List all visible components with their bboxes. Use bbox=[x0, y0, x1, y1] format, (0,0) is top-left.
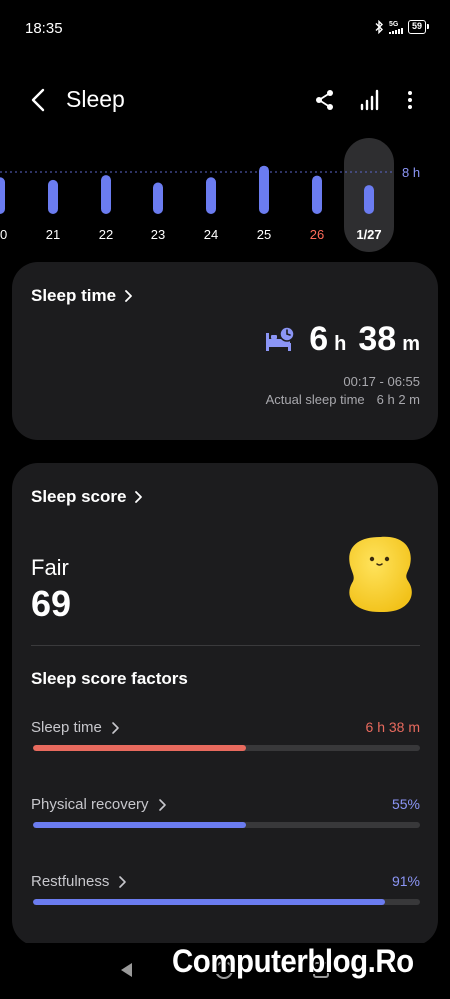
day-label[interactable]: 22 bbox=[99, 227, 113, 242]
chart-icon[interactable] bbox=[357, 86, 383, 114]
sleep-time-card[interactable]: Sleep time 6 h 38 m 00:17 - 06:55 Actual… bbox=[12, 262, 438, 440]
chevron-right-icon bbox=[135, 491, 143, 503]
divider bbox=[31, 645, 420, 646]
hours-unit: h bbox=[334, 333, 347, 355]
factor-progress-fill bbox=[33, 745, 246, 751]
factor-label: Sleep time bbox=[31, 719, 120, 736]
page-title: Sleep bbox=[66, 86, 125, 112]
more-options-icon[interactable] bbox=[397, 86, 423, 114]
factor-value: 55% bbox=[391, 796, 420, 812]
actual-sleep-row: Actual sleep time 6 h 2 m bbox=[266, 392, 420, 407]
sleep-bar[interactable] bbox=[206, 177, 216, 214]
chevron-right-icon bbox=[125, 290, 132, 302]
factor-sleep-time[interactable]: Sleep time 6 h 38 m bbox=[31, 719, 420, 759]
back-icon[interactable] bbox=[26, 86, 52, 114]
sleep-score-value: 69 bbox=[31, 583, 72, 624]
sleep-time-title[interactable]: Sleep time bbox=[31, 286, 133, 306]
factor-progress-track bbox=[33, 745, 420, 751]
sleep-score-card[interactable]: Sleep score Fair 69 Sleep score factors … bbox=[12, 463, 438, 946]
sleep-bar[interactable] bbox=[312, 175, 322, 214]
factor-restfulness[interactable]: Restfulness 91% bbox=[31, 873, 420, 913]
factor-progress-track bbox=[33, 822, 420, 828]
sleep-minutes: 38 bbox=[358, 320, 397, 358]
factor-label: Restfulness bbox=[31, 873, 127, 890]
sleep-score-rating: Fair bbox=[31, 555, 69, 580]
day-label[interactable]: 20 bbox=[0, 227, 7, 242]
bluetooth-icon bbox=[375, 20, 383, 34]
network-type: 5G bbox=[388, 20, 399, 28]
target-label: 8 h bbox=[402, 165, 420, 180]
day-label[interactable]: 21 bbox=[46, 227, 60, 242]
sleep-bar[interactable] bbox=[48, 179, 58, 214]
sleep-time-range: 00:17 - 06:55 bbox=[343, 374, 420, 389]
battery-icon: 59 bbox=[407, 20, 430, 34]
signal-icon: 5G bbox=[388, 20, 403, 34]
day-label[interactable]: 23 bbox=[151, 227, 165, 242]
sleep-bar[interactable] bbox=[364, 185, 374, 214]
nav-back-icon[interactable] bbox=[118, 961, 136, 979]
factor-progress-fill bbox=[33, 899, 386, 905]
weekly-sleep-chart[interactable]: 8 h 20 21 22 23 24 25 26 1/27 bbox=[0, 138, 450, 258]
chevron-right-icon bbox=[112, 721, 119, 734]
day-label[interactable]: 24 bbox=[204, 227, 218, 242]
factor-label-text: Sleep time bbox=[31, 719, 102, 736]
chevron-right-icon bbox=[119, 875, 127, 888]
sleep-duration: 6 h 38 m bbox=[263, 320, 420, 359]
factor-progress-fill bbox=[33, 822, 246, 828]
sleep-score-factors-title: Sleep score factors bbox=[31, 669, 188, 688]
bed-clock-icon bbox=[266, 325, 295, 351]
app-header: Sleep bbox=[0, 78, 450, 122]
status-bar: 18:35 5G 59 bbox=[0, 0, 450, 58]
factor-physical-recovery[interactable]: Physical recovery 55% bbox=[31, 796, 420, 836]
minutes-unit: m bbox=[402, 333, 420, 355]
sleep-bar[interactable] bbox=[153, 182, 163, 215]
sleep-bar[interactable] bbox=[101, 175, 111, 214]
sleep-score-title[interactable]: Sleep score bbox=[31, 487, 143, 507]
weekly-sleep-chart-svg: 8 h 20 21 22 23 24 25 26 1/27 bbox=[0, 138, 420, 252]
factor-label-text: Restfulness bbox=[31, 873, 110, 890]
factor-label: Physical recovery bbox=[31, 796, 167, 813]
watermark: Computerblog.Ro bbox=[172, 943, 414, 979]
sleep-score-title-label: Sleep score bbox=[31, 487, 127, 506]
sleep-mascot-icon bbox=[349, 536, 412, 613]
actual-sleep-value: 6 h 2 m bbox=[376, 392, 420, 407]
sleep-bar[interactable] bbox=[259, 165, 269, 214]
day-label[interactable]: 25 bbox=[257, 227, 271, 242]
factor-progress-track bbox=[33, 899, 420, 905]
factor-value: 6 h 38 m bbox=[365, 719, 420, 735]
day-label[interactable]: 26 bbox=[310, 227, 324, 242]
factor-value: 91% bbox=[391, 873, 420, 889]
actual-sleep-label: Actual sleep time bbox=[265, 392, 365, 407]
status-time: 18:35 bbox=[25, 20, 63, 37]
factor-label-text: Physical recovery bbox=[31, 796, 149, 813]
chevron-right-icon bbox=[158, 798, 166, 811]
status-icons: 5G 59 bbox=[374, 20, 430, 34]
day-label[interactable]: 1/27 bbox=[356, 227, 381, 242]
sleep-time-title-label: Sleep time bbox=[31, 286, 117, 305]
sleep-hours: 6 bbox=[309, 320, 329, 358]
share-icon[interactable] bbox=[312, 86, 338, 114]
sleep-bar[interactable] bbox=[0, 177, 5, 214]
